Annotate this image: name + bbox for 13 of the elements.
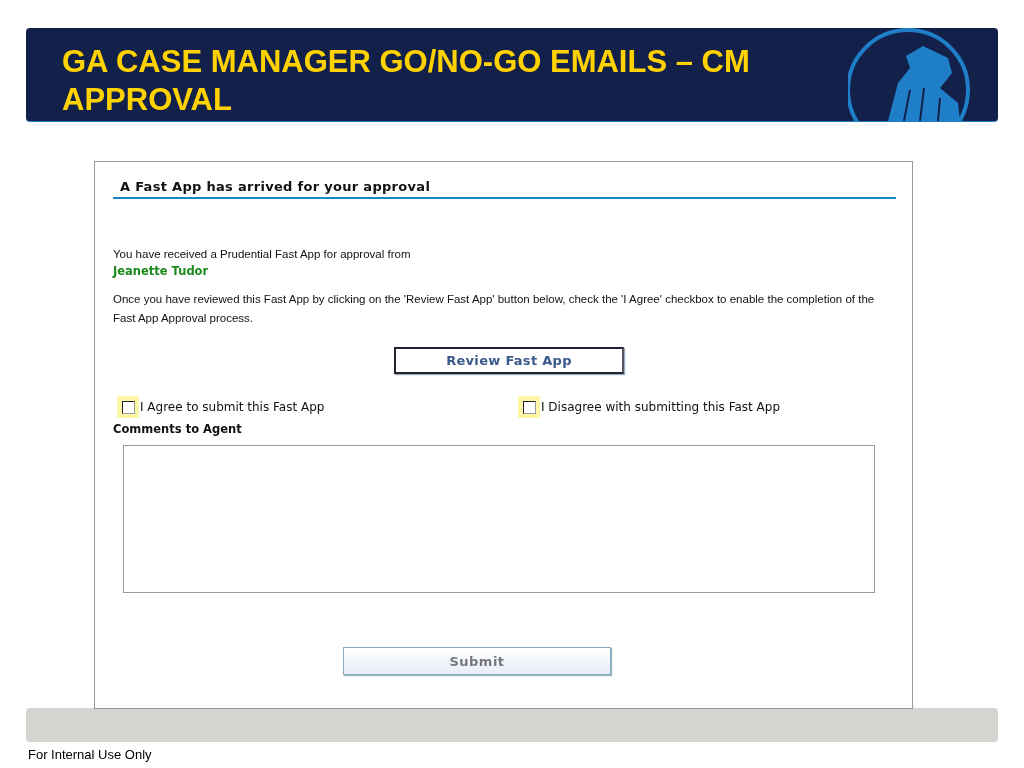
slide-title: GA CASE MANAGER GO/NO-GO EMAILS – CM APPROVAL xyxy=(62,43,751,119)
checkbox[interactable] xyxy=(121,400,135,414)
footer-text: For Internal Use Only xyxy=(28,747,153,762)
checkbox-label: I Disagree with submitting this Fast App xyxy=(541,400,781,414)
checkbox[interactable] xyxy=(522,400,536,414)
instructions-text: Once you have reviewed this Fast App by clicking on the 'Review Fast App' button below, check the 'I Agree' checkbox to enable the completion of the Fast App Approval process. xyxy=(113,292,876,326)
sender-name: Jeanette Tudor xyxy=(113,263,210,280)
email-heading: A Fast App has arrived for your approval xyxy=(113,179,896,199)
checkbox-label: I Agree to submit this Fast App xyxy=(140,400,325,414)
review-button[interactable]: Review Fast App xyxy=(394,347,624,374)
comments-field[interactable] xyxy=(123,445,875,593)
intro-text: You have received a Prudential Fast App for approval from xyxy=(113,247,412,262)
comments-label: Comments to Agent xyxy=(113,422,243,436)
